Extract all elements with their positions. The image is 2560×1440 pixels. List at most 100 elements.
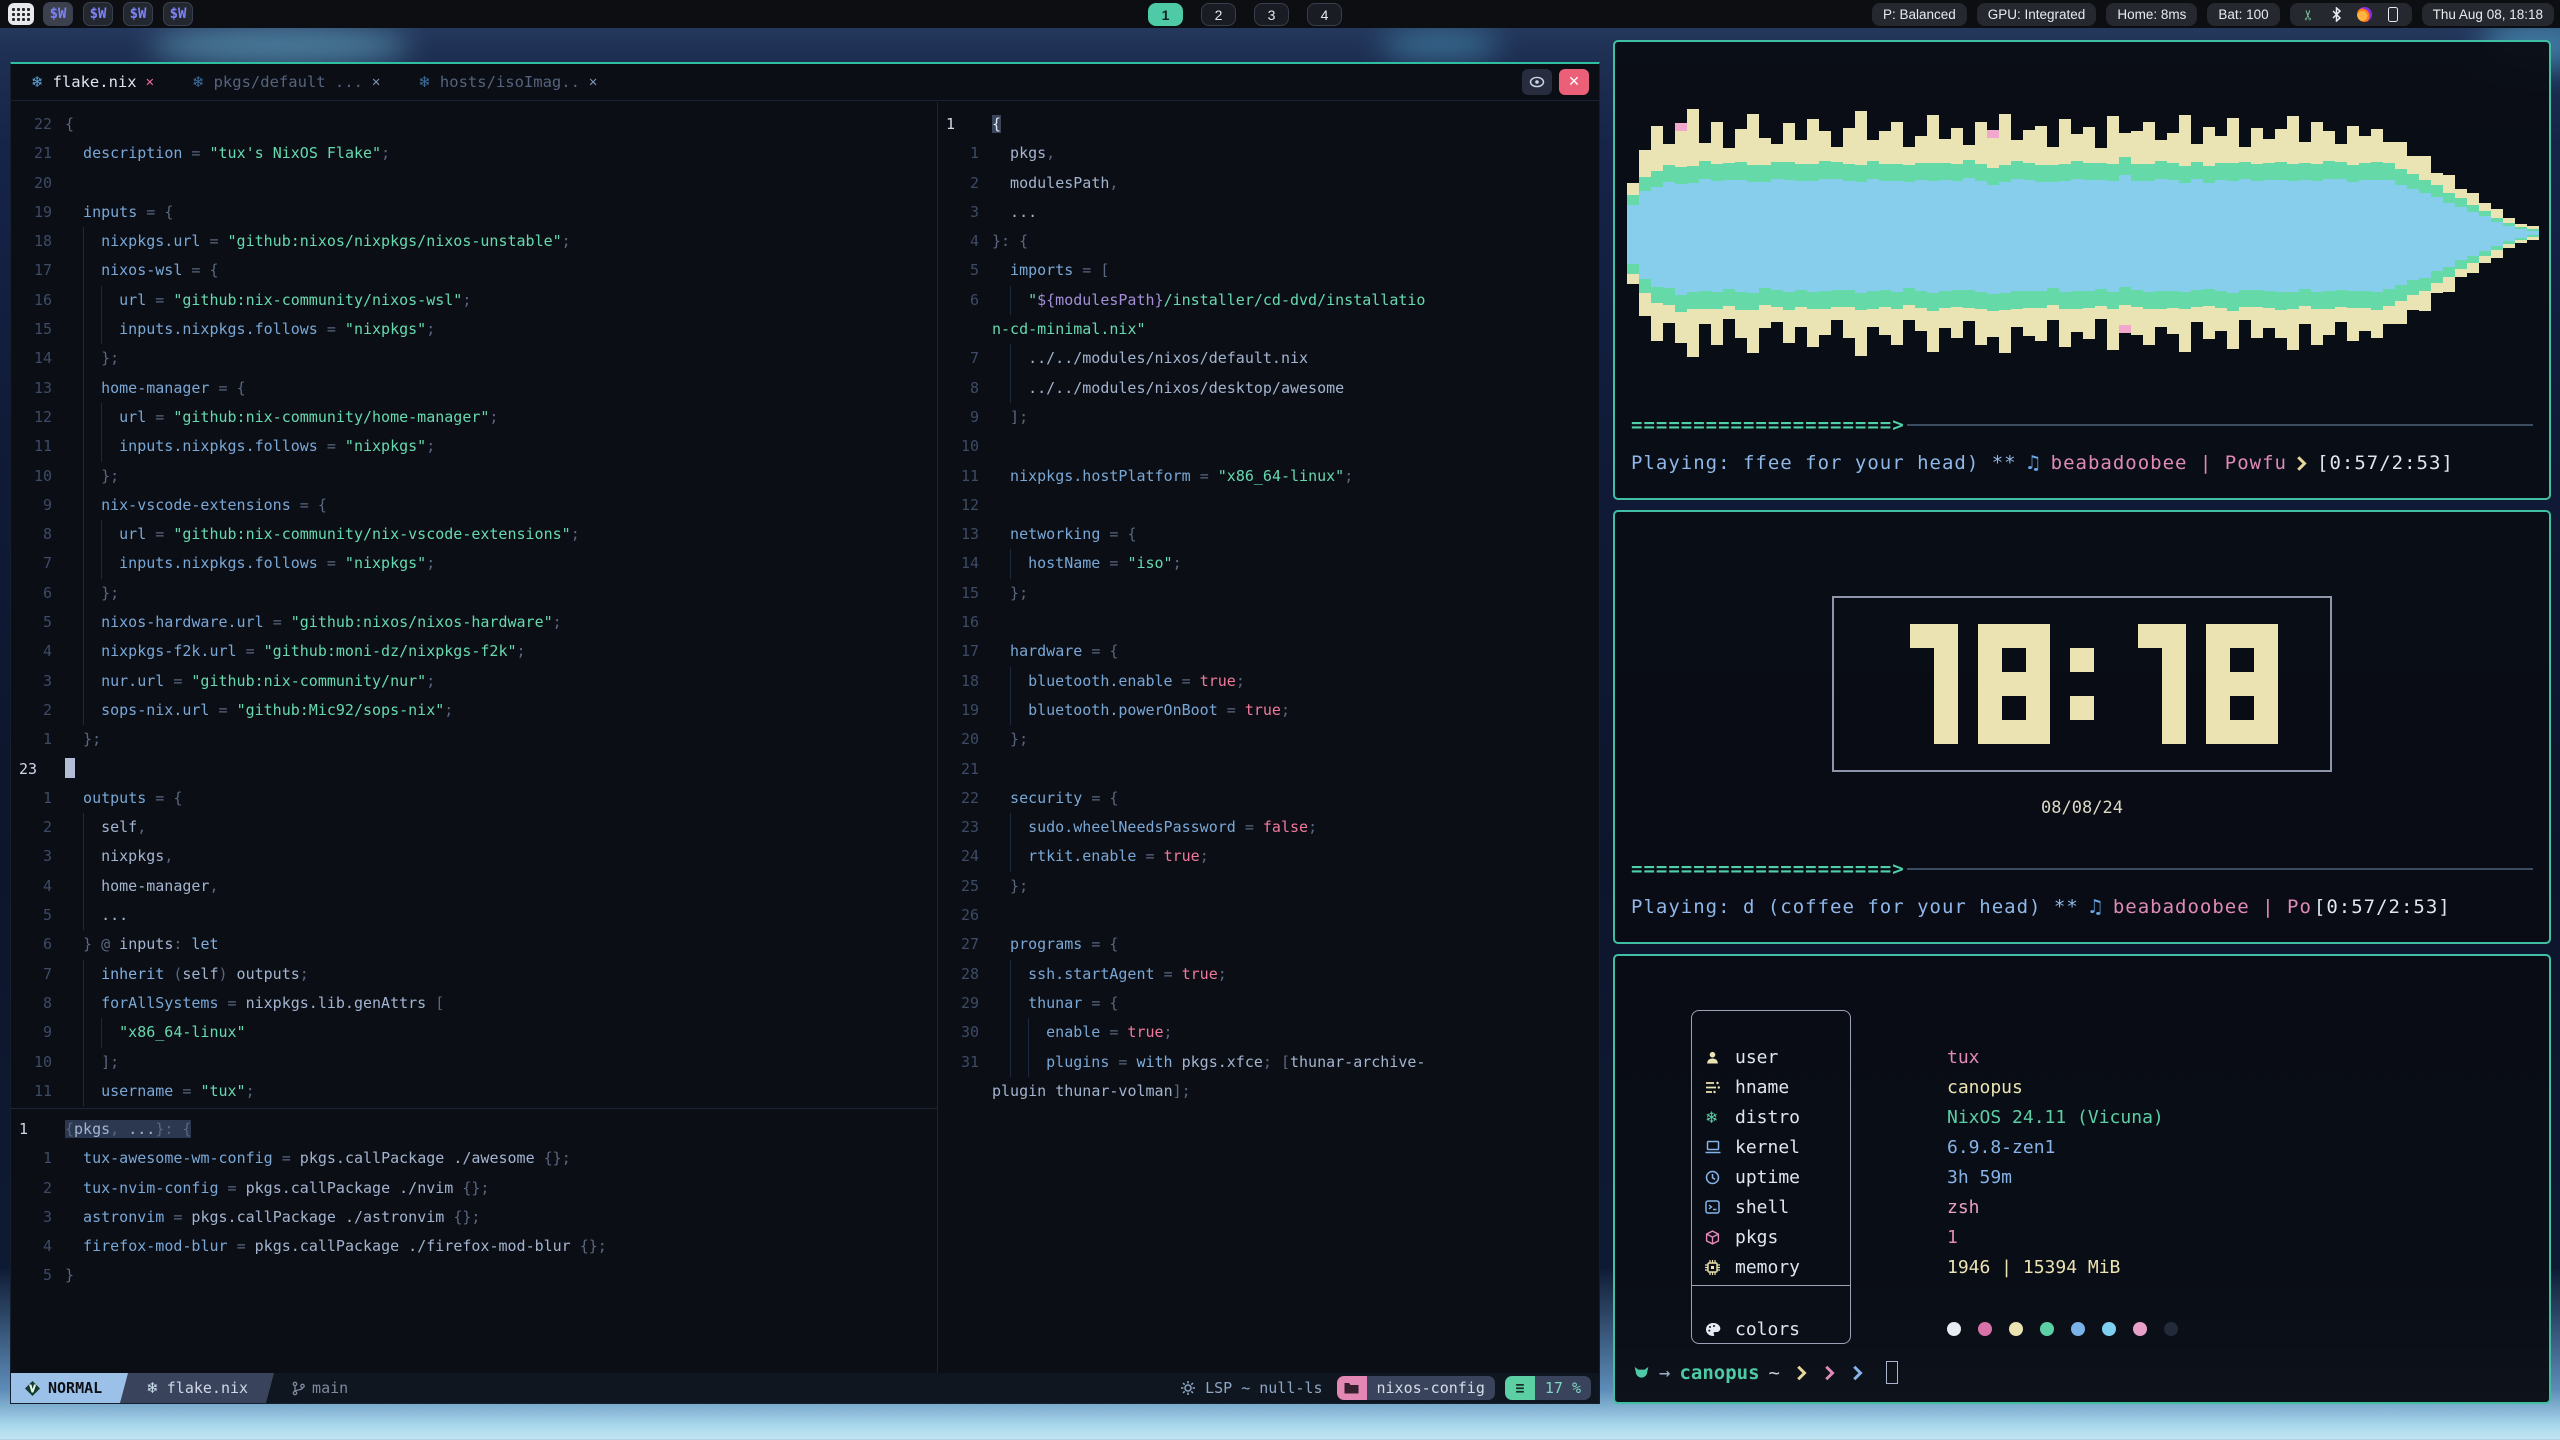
code-line: 3 nixpkgs, [11,842,937,871]
wave-column [1879,131,1891,335]
code-line: 5} [11,1261,937,1290]
file-segment: ❄ flake.nix [132,1373,262,1403]
wave-column [2191,144,2203,322]
dollar-button-3[interactable]: $W [123,2,153,26]
tag-3[interactable]: 3 [1254,3,1289,26]
wave-column [1735,129,1747,338]
fetch-row-user: user [1705,1042,1778,1072]
code-line: 5 ... [11,901,937,930]
color-dot [1947,1322,1961,1336]
wave-column [2215,136,2227,331]
wave-column [1699,143,1711,324]
clock-digit-8 [1978,624,2050,744]
tag-1[interactable]: 1 [1148,3,1183,26]
close-button[interactable]: ✕ [1559,69,1589,95]
clock-digit-1 [2114,624,2186,744]
code-pane-flake[interactable]: 22{21 description = "tux's NixOS Flake";… [11,102,937,1108]
wave-column [2491,209,2503,258]
tabline: ❄flake.nix✕❄pkgs/default ...✕❄hosts/isoI… [11,64,1599,101]
status-pill-0[interactable]: P: Balanced [1872,3,1967,26]
progress-rule [1907,424,2533,426]
scissors-icon[interactable]: ✂ [2301,7,2317,23]
tag-4[interactable]: 4 [1307,3,1342,26]
fetch-label: distro [1735,1107,1800,1128]
clock-terminal: 08/08/24 =====================> Playing:… [1613,510,2551,944]
music-note-icon: ♫ [2087,896,2105,918]
wave-column [1915,136,1927,331]
playing-time: [0:57/2:53] [2314,896,2451,918]
code-line: 16 [938,608,1599,637]
lsp-segment: LSP ~ null-ls [1166,1373,1336,1403]
packages-icon [1705,1230,1735,1245]
close-tab-icon[interactable]: ✕ [589,74,597,90]
code-line: 21 description = "tux's NixOS Flake"; [11,139,937,168]
dollar-button-2[interactable]: $W [83,2,113,26]
code-line: 5 nixos-hardware.url = "github:nixos/nix… [11,608,937,637]
code-line: 15 inputs.nixpkgs.follows = "nixpkgs"; [11,315,937,344]
tab-label: hosts/isoImag.. [440,73,580,91]
wave-column [2107,116,2119,350]
code-line: 4 nixpkgs-f2k.url = "github:moni-dz/nixp… [11,637,937,666]
eye-icon [1529,76,1545,88]
wave-column [1687,109,1699,357]
code-line: plugin thunar-volman]; [938,1077,1599,1106]
music-note-icon: ♫ [2025,452,2043,474]
color-dot [2009,1322,2023,1336]
fetch-terminal: usertuxhnamecanopus❄distroNixOS 24.11 (V… [1613,954,2551,1404]
status-pill-3[interactable]: Bat: 100 [2207,3,2279,26]
tab-flake-nix[interactable]: ❄flake.nix✕ [31,73,154,91]
clock-digit-1 [1886,624,1958,744]
close-tab-icon[interactable]: ✕ [146,74,154,90]
nix-icon: ❄ [146,1379,159,1397]
tag-2[interactable]: 2 [1201,3,1236,26]
code-line: 26 [938,901,1599,930]
code-line: 17 hardware = { [938,637,1599,666]
code-line: 7 inputs.nixpkgs.follows = "nixpkgs"; [11,549,937,578]
wave-column [1639,150,1651,316]
code-line: 6 "${modulesPath}/installer/cd-dvd/insta… [938,286,1599,315]
dollar-button-1[interactable]: $W [43,2,73,26]
status-pill-1[interactable]: GPU: Integrated [1977,3,2097,26]
toggle-button[interactable] [1522,69,1552,95]
system-tray[interactable]: ✂ [2290,3,2412,26]
code-line: n-cd-minimal.nix" [938,315,1599,344]
close-tab-icon[interactable]: ✕ [372,74,380,90]
wave-column [1795,140,1807,327]
wave-column [2335,144,2347,322]
color-dot [2164,1322,2178,1336]
code-line: 3 astronvim = pkgs.callPackage ./astronv… [11,1203,937,1232]
prompt-cat-icon [1633,1365,1650,1381]
wave-column [1831,147,1843,320]
wave-column [1987,130,1999,337]
fetch-row-uptime: uptime [1705,1162,1800,1192]
fetch-row-shell: shell [1705,1192,1789,1222]
wave-column [2227,118,2239,349]
clock-date: 08/08/24 [2041,798,2123,818]
bluetooth-icon[interactable] [2329,7,2345,23]
app-grid-icon [12,8,30,21]
wave-column [2527,226,2539,240]
tab-hosts-isoImag-[interactable]: ❄hosts/isoImag..✕ [418,73,597,91]
wave-column [2251,128,2263,338]
code-pane-default-nix[interactable]: 1{pkgs, ...}: {1 tux-awesome-wm-config =… [11,1108,937,1373]
playing-time: [0:57/2:53] [2317,452,2454,474]
firefox-icon[interactable] [2357,7,2373,23]
code-line: 11 username = "tux"; [11,1077,937,1106]
wave-column [1651,126,1663,341]
code-line: 9 nix-vscode-extensions = { [11,491,937,520]
code-pane-iso[interactable]: 1{1 pkgs,2 modulesPath,3 ...4}: {5 impor… [938,102,1599,1373]
clock-pill[interactable]: Thu Aug 08, 18:18 [2422,3,2554,26]
uptime-icon [1705,1170,1735,1185]
wave-column [2419,156,2431,311]
progress-rule [1907,868,2533,870]
tab-pkgs-default-[interactable]: ❄pkgs/default ...✕ [192,73,380,91]
launcher-button[interactable] [8,3,34,25]
code-line: 14 }; [11,344,937,373]
dollar-button-4[interactable]: $W [163,2,193,26]
phone-icon[interactable] [2385,7,2401,23]
code-line: 2 modulesPath, [938,169,1599,198]
shell-prompt[interactable]: → canopus ~ [1633,1361,1898,1384]
status-pill-2[interactable]: Home: 8ms [2106,3,2197,26]
top-bar: $W $W $W $W 1234 P: Balanced GPU: Integrated… [0,0,2560,28]
code-line: 1 outputs = { [11,784,937,813]
